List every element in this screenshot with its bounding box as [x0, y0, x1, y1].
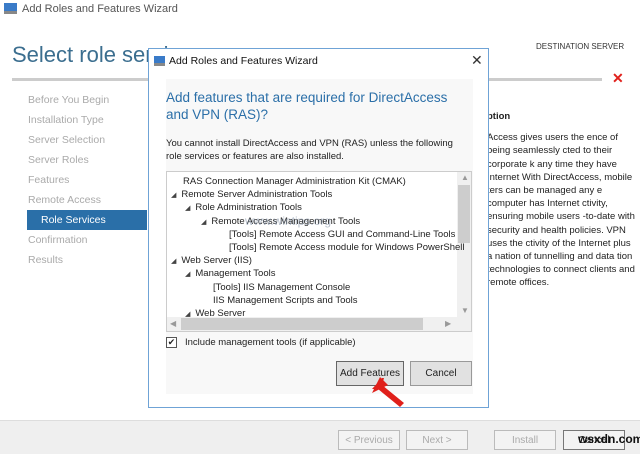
dialog-heading: Add features that are required for Direc… [166, 90, 448, 122]
scroll-left-icon[interactable]: ◀ [170, 319, 176, 328]
close-icon[interactable]: ✕ [471, 52, 483, 69]
description-heading: ption [487, 111, 511, 122]
nav-item[interactable]: Results [27, 250, 147, 270]
tree-item-label: Remote Server Administration Tools [181, 189, 333, 201]
expand-triangle-icon[interactable]: ◢ [185, 271, 190, 278]
install-button[interactable]: Install [494, 430, 556, 450]
scroll-right-icon[interactable]: ▶ [445, 319, 451, 328]
app-icon [4, 3, 17, 14]
error-x-icon: ✕ [612, 70, 624, 86]
scrollbar-thumb[interactable] [458, 185, 470, 243]
tree-item[interactable]: IIS Management Scripts and Tools [213, 294, 358, 307]
scroll-down-icon[interactable]: ▼ [461, 306, 469, 315]
tree-item-label: Web Server (IIS) [181, 255, 252, 267]
tree-item[interactable]: ◢ Web Server (IIS) [171, 254, 252, 267]
nav-item[interactable]: Features [27, 170, 147, 190]
tree-item-label: [Tools] Remote Access module for Windows… [229, 242, 465, 253]
feature-tree[interactable]: ▲ ▼ ◀ ▶ RAS Connection Manager Administr… [166, 171, 472, 332]
watermark: www.wintips.org [245, 214, 332, 228]
scroll-up-icon[interactable]: ▲ [461, 173, 469, 182]
watermark: wsxdn.com [578, 432, 640, 446]
nav-item[interactable]: Role Services [27, 210, 147, 230]
nav-item[interactable]: Server Selection [27, 130, 147, 150]
next-button[interactable]: Next > [406, 430, 468, 450]
tree-item-label: Web Server [195, 308, 246, 319]
include-tools-checkbox[interactable]: ✔ [166, 337, 177, 348]
tree-item[interactable]: [Tools] IIS Management Console [213, 281, 350, 294]
previous-button[interactable]: < Previous [338, 430, 400, 450]
tree-item-label: Management Tools [195, 268, 276, 280]
app-icon [154, 56, 165, 66]
expand-triangle-icon[interactable]: ◢ [185, 311, 190, 318]
nav-item[interactable]: Remote Access [27, 190, 147, 210]
tree-item-label: RAS Connection Manager Administration Ki… [183, 176, 406, 187]
destination-server-label: DESTINATION SERVER [536, 42, 625, 51]
expand-triangle-icon[interactable]: ◢ [185, 205, 190, 212]
tree-item[interactable]: ◢ Role Administration Tools [185, 201, 302, 214]
wizard-nav: Before You Begin Installation Type Server … [27, 90, 147, 270]
tree-item[interactable]: ◢ Remote Server Administration Tools [171, 188, 332, 201]
tree-item[interactable]: [Tools] Remote Access module for Windows… [229, 241, 465, 254]
include-tools-label: Include management tools (if applicable) [185, 337, 356, 348]
tree-item-label: [Tools] Remote Access GUI and Command-Li… [229, 228, 456, 240]
tree-item[interactable]: RAS Connection Manager Administration Ki… [183, 175, 406, 188]
window-title: Add Roles and Features Wizard [22, 3, 178, 15]
expand-triangle-icon[interactable]: ◢ [201, 219, 206, 226]
dialog-title: Add Roles and Features Wizard [169, 55, 318, 67]
nav-item[interactable]: Before You Begin [27, 90, 147, 110]
expand-triangle-icon[interactable]: ◢ [171, 192, 176, 199]
footer-bar: < Previous Next > Install Cancel [0, 420, 640, 454]
dialog-content: Add features that are required for Direc… [166, 79, 473, 394]
red-pointer-arrow-icon [372, 377, 404, 407]
nav-item[interactable]: Installation Type [27, 110, 147, 130]
tree-item-label: IIS Management Scripts and Tools [213, 294, 358, 306]
tree-item[interactable]: [Tools] Remote Access GUI and Command-Li… [229, 228, 455, 241]
tree-item-label: [Tools] IIS Management Console [213, 281, 351, 293]
description-panel: ption Access gives users the ence of bei… [487, 110, 637, 290]
description-text: Access gives users the ence of being sea… [487, 132, 635, 289]
tree-item[interactable]: ◢ Management Tools [185, 267, 276, 280]
add-features-dialog: Add Roles and Features Wizard ✕ Add feat… [148, 48, 489, 408]
nav-item[interactable]: Confirmation [27, 230, 147, 250]
dialog-cancel-button[interactable]: Cancel [410, 361, 472, 386]
tree-item[interactable]: ◢ Web Server [185, 307, 245, 320]
tree-item-label: Role Administration Tools [195, 202, 302, 214]
dialog-message: You cannot install DirectAccess and VPN … [166, 138, 453, 162]
nav-item[interactable]: Server Roles [27, 150, 147, 170]
expand-triangle-icon[interactable]: ◢ [171, 258, 176, 265]
